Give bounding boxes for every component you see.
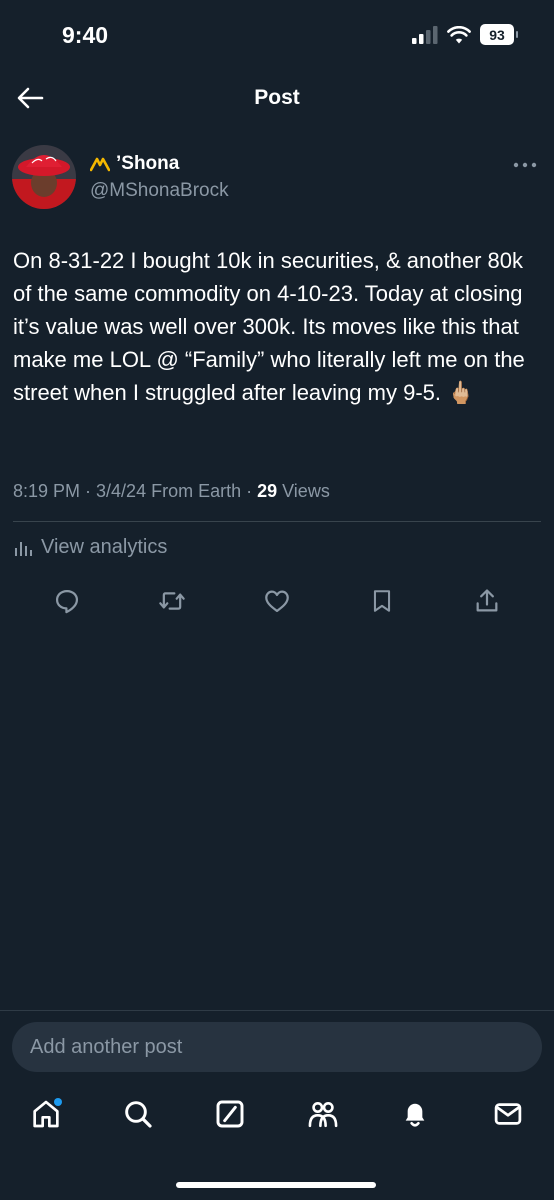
more-horizontal-icon	[513, 162, 537, 168]
search-icon	[125, 1101, 152, 1128]
author-name: ’Shona	[116, 153, 180, 174]
like-button[interactable]	[262, 586, 292, 616]
battery-level: 93	[489, 26, 505, 43]
reply-button[interactable]	[52, 586, 82, 616]
grok-icon	[216, 1100, 244, 1128]
tab-communities[interactable]	[305, 1094, 341, 1134]
views-count: 29	[257, 481, 278, 501]
share-button[interactable]	[472, 586, 502, 616]
author-handle[interactable]: @MShonaBrock	[90, 180, 229, 202]
author-name-row[interactable]: ’Shona	[90, 153, 179, 175]
more-options-button[interactable]	[510, 155, 540, 175]
divider	[13, 521, 541, 522]
battery-indicator: 93	[480, 24, 518, 45]
analytics-icon	[15, 541, 32, 556]
bottom-tab-bar	[0, 1094, 554, 1140]
tab-search[interactable]	[120, 1094, 156, 1134]
post-detail-screen: 9:40 93 Post ’Shona @MShonaBrock On 8-31…	[0, 0, 554, 1200]
avatar-image	[12, 145, 76, 209]
home-indicator	[176, 1182, 376, 1188]
add-post-placeholder: Add another post	[30, 1035, 183, 1058]
share-icon	[476, 589, 498, 612]
status-time: 9:40	[62, 22, 109, 48]
messages-icon	[494, 1103, 522, 1125]
bookmark-button[interactable]	[367, 586, 397, 616]
tab-home[interactable]	[28, 1094, 64, 1134]
reply-icon	[55, 589, 79, 614]
post-text: On 8-31-22 I bought 10k in securities, &…	[13, 248, 525, 405]
repost-button[interactable]	[157, 586, 187, 616]
repost-icon	[159, 592, 185, 610]
cellular-signal-icon	[412, 25, 438, 44]
action-bar	[0, 586, 554, 616]
communities-icon	[308, 1101, 338, 1128]
part-alternation-mark-icon	[90, 157, 110, 172]
wifi-icon	[447, 25, 471, 43]
avatar[interactable]	[12, 145, 76, 209]
home-notification-dot	[54, 1098, 62, 1106]
status-icons: 93	[412, 24, 518, 45]
view-analytics-label: View analytics	[41, 536, 168, 558]
bookmark-icon	[373, 590, 391, 612]
views-label: Views	[277, 481, 330, 501]
page-title: Post	[254, 86, 300, 109]
tab-messages[interactable]	[490, 1094, 526, 1134]
tab-notifications[interactable]	[397, 1094, 433, 1134]
add-post-input[interactable]: Add another post	[12, 1022, 542, 1072]
post-meta: 8:19 PM · 3/4/24 From Earth · 29 Views	[13, 481, 330, 502]
compose-separator	[0, 1010, 554, 1011]
post-timestamp: 8:19 PM · 3/4/24 From Earth ·	[13, 481, 258, 501]
notifications-icon	[405, 1103, 425, 1127]
view-analytics-button[interactable]: View analytics	[13, 536, 167, 559]
tab-grok[interactable]	[212, 1094, 248, 1134]
like-icon	[265, 590, 289, 613]
